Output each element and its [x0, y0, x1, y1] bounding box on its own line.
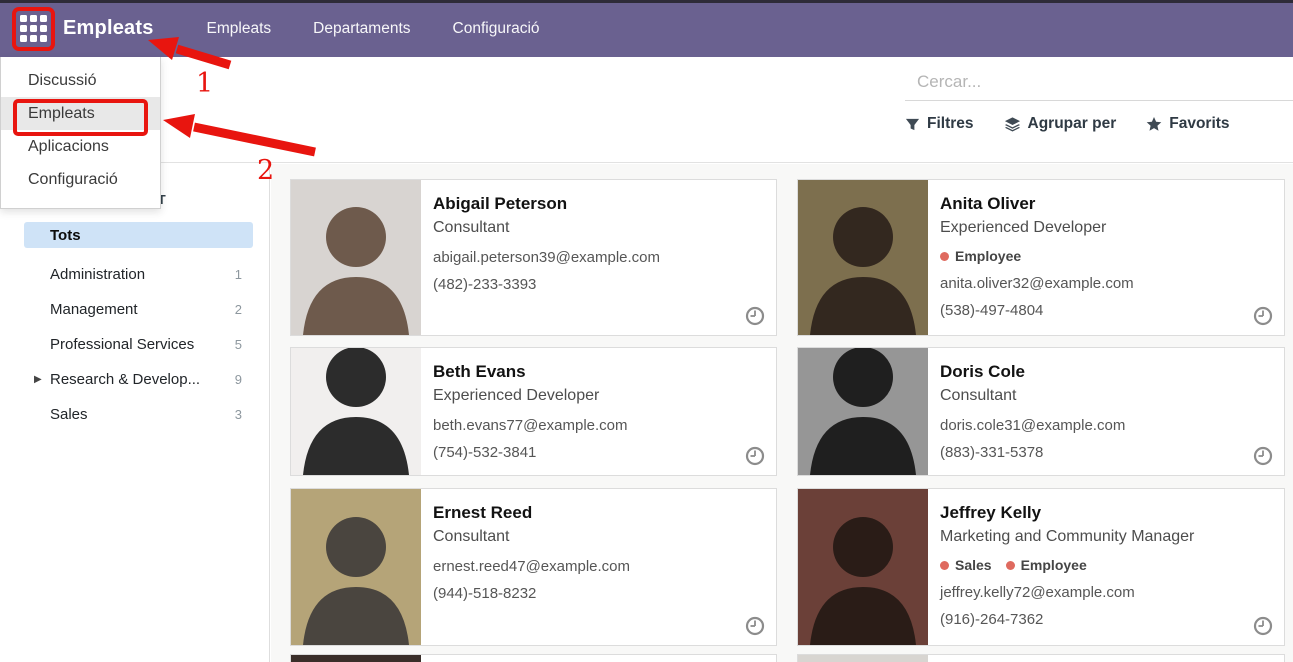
department-filter-research-develop-[interactable]: ▶ Research & Develop... 9 [0, 362, 270, 397]
employee-name: Anita Oliver [940, 193, 1272, 214]
employee-card-partial[interactable] [290, 654, 777, 662]
apps-dropdown-item-empleats[interactable]: Empleats [1, 97, 160, 130]
apps-grid-icon [20, 15, 47, 42]
department-count: 3 [235, 407, 242, 422]
navbar-menu: EmpleatsDepartamentsConfiguració [186, 2, 561, 56]
tag-dot-icon [1006, 561, 1015, 570]
employee-email[interactable]: anita.oliver32@example.com [940, 274, 1272, 293]
employee-name: Ernest Reed [433, 502, 764, 523]
employee-name: Abigail Peterson [433, 193, 764, 214]
employee-job-title: Marketing and Community Manager [940, 525, 1272, 548]
department-filter-tots[interactable]: ▶ Tots [24, 222, 253, 248]
employee-card[interactable]: Anita Oliver Experienced Developer Emplo… [797, 179, 1285, 336]
department-label: Administration [50, 266, 145, 283]
employee-photo [798, 180, 928, 335]
apps-dropdown-menu: DiscussióEmpleatsAplicacionsConfiguració [0, 57, 161, 209]
activity-clock-icon[interactable] [1253, 446, 1273, 466]
expand-caret-icon[interactable]: ▶ [34, 374, 42, 385]
employee-tag-employee: Employee [940, 248, 1021, 264]
employee-phone[interactable]: (538)-497-4804 [940, 301, 1272, 320]
employee-name: Jeffrey Kelly [940, 502, 1272, 523]
employee-tag-employee: Employee [1006, 557, 1087, 573]
employee-job-title: Consultant [940, 384, 1272, 407]
star-icon [1146, 117, 1162, 132]
navbar-menu-item-empleats[interactable]: Empleats [186, 2, 293, 56]
agrupar-per-button[interactable]: Agrupar per [1004, 115, 1117, 133]
employee-kanban: Abigail Peterson Consultant abigail.pete… [271, 164, 1293, 662]
department-label: Management [50, 301, 138, 318]
employee-photo [798, 348, 928, 475]
department-filter-sales[interactable]: ▶ Sales 3 [0, 397, 270, 432]
employee-email[interactable]: doris.cole31@example.com [940, 416, 1272, 435]
employee-email[interactable]: jeffrey.kelly72@example.com [940, 583, 1272, 602]
department-list: ▶ Tots ▶ Administration 1 ▶ Management 2… [0, 222, 270, 432]
employee-tag-sales: Sales [940, 557, 992, 573]
department-filter-management[interactable]: ▶ Management 2 [0, 292, 270, 327]
employee-card[interactable]: Ernest Reed Consultant ernest.reed47@exa… [290, 488, 777, 646]
employee-photo [798, 489, 928, 645]
employee-card-partial[interactable] [797, 654, 1285, 662]
search-box [905, 68, 1293, 101]
search-input[interactable] [905, 68, 1293, 101]
employee-tags: Employee [940, 246, 1272, 266]
employee-phone[interactable]: (482)-233-3393 [433, 275, 764, 294]
employee-card[interactable]: Abigail Peterson Consultant abigail.pete… [290, 179, 777, 336]
apps-dropdown-item-configuració[interactable]: Configuració [1, 163, 160, 196]
app-brand-title[interactable]: Empleats [63, 17, 154, 40]
employee-photo [291, 180, 421, 335]
employee-phone[interactable]: (883)-331-5378 [940, 443, 1272, 462]
apps-dropdown-item-aplicacions[interactable]: Aplicacions [1, 130, 160, 163]
employee-email[interactable]: ernest.reed47@example.com [433, 557, 764, 576]
employee-phone[interactable]: (944)-518-8232 [433, 584, 764, 603]
employee-photo [291, 655, 421, 662]
employee-name: Doris Cole [940, 361, 1272, 382]
favorits-button[interactable]: Favorits [1146, 115, 1229, 133]
employee-email[interactable]: beth.evans77@example.com [433, 416, 764, 435]
employee-phone[interactable]: (754)-532-3841 [433, 443, 764, 462]
employee-job-title: Consultant [433, 216, 764, 239]
department-label: Sales [50, 406, 88, 423]
activity-clock-icon[interactable] [1253, 306, 1273, 326]
department-filter-administration[interactable]: ▶ Administration 1 [0, 257, 270, 292]
department-count: 9 [235, 372, 242, 387]
employee-tags: Sales Employee [940, 555, 1272, 575]
employee-email[interactable]: abigail.peterson39@example.com [433, 248, 764, 267]
employee-card[interactable]: Beth Evans Experienced Developer beth.ev… [290, 347, 777, 476]
filtres-button[interactable]: Filtres [905, 115, 974, 133]
main-navbar: Empleats EmpleatsDepartamentsConfiguraci… [0, 0, 1293, 57]
control-panel: Filtres Agrupar per Favorits [0, 57, 1293, 163]
group-by-icon [1004, 116, 1021, 132]
department-filter-professional-services[interactable]: ▶ Professional Services 5 [0, 327, 270, 362]
department-label: Professional Services [50, 336, 194, 353]
activity-clock-icon[interactable] [1253, 616, 1273, 636]
employee-photo [291, 489, 421, 645]
employee-job-title: Experienced Developer [433, 384, 764, 407]
apps-dropdown-item-discussió[interactable]: Discussió [1, 64, 160, 97]
employee-job-title: Experienced Developer [940, 216, 1272, 239]
window-top-edge [0, 0, 1293, 3]
tag-dot-icon [940, 561, 949, 570]
navbar-menu-item-configuració[interactable]: Configuració [432, 2, 561, 56]
tag-dot-icon [940, 252, 949, 261]
filter-row: Filtres Agrupar per Favorits [905, 115, 1293, 133]
department-label: Research & Develop... [50, 371, 200, 388]
department-count: 1 [235, 267, 242, 282]
employee-card[interactable]: Doris Cole Consultant doris.cole31@examp… [797, 347, 1285, 476]
employee-phone[interactable]: (916)-264-7362 [940, 610, 1272, 629]
employee-photo [798, 655, 928, 662]
apps-menu-button[interactable] [12, 8, 54, 50]
activity-clock-icon[interactable] [745, 306, 765, 326]
activity-clock-icon[interactable] [745, 616, 765, 636]
department-count: 5 [235, 337, 242, 352]
navbar-menu-item-departaments[interactable]: Departaments [292, 2, 431, 56]
filter-icon [905, 117, 920, 132]
employee-name: Beth Evans [433, 361, 764, 382]
employee-card[interactable]: Jeffrey Kelly Marketing and Community Ma… [797, 488, 1285, 646]
department-label: Tots [50, 227, 81, 244]
activity-clock-icon[interactable] [745, 446, 765, 466]
employee-job-title: Consultant [433, 525, 764, 548]
department-count: 2 [235, 302, 242, 317]
employee-photo [291, 348, 421, 475]
department-sidebar: DEPARTAMENT ▶ Tots ▶ Administration 1 ▶ … [0, 164, 270, 662]
